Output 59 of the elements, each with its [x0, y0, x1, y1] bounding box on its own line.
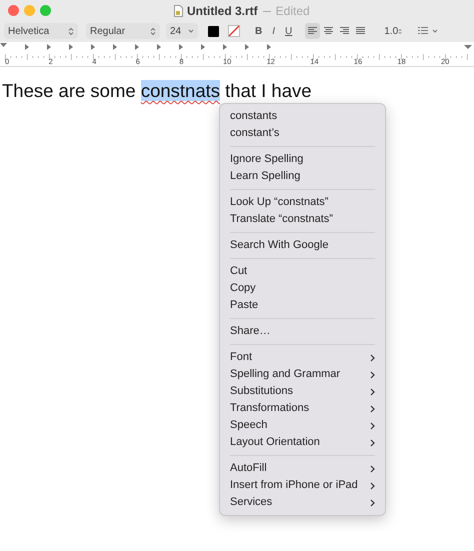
- dash-icon: [262, 8, 272, 14]
- tab-stop-icon[interactable]: [25, 44, 29, 50]
- menu-item[interactable]: Spelling and Grammar: [220, 366, 385, 383]
- menu-item[interactable]: Ignore Spelling: [220, 151, 385, 168]
- menu-item[interactable]: Cut: [220, 263, 385, 280]
- menu-item[interactable]: Font: [220, 349, 385, 366]
- close-button[interactable]: [8, 4, 19, 16]
- tab-stop-icon[interactable]: [223, 44, 227, 50]
- chevron-down-icon: [188, 29, 194, 33]
- menu-item[interactable]: Look Up “constnats”: [220, 194, 385, 211]
- italic-button[interactable]: I: [269, 23, 278, 39]
- menu-item[interactable]: Substitutions: [220, 383, 385, 400]
- align-left-button[interactable]: [305, 23, 320, 39]
- updown-icon: [150, 26, 156, 36]
- align-justify-icon: [356, 27, 366, 35]
- updown-icon: [398, 26, 402, 36]
- tab-stop-icon[interactable]: [267, 44, 271, 50]
- menu-item[interactable]: Search With Google: [220, 237, 385, 254]
- tab-stop-icon[interactable]: [157, 44, 161, 50]
- align-center-icon: [324, 27, 334, 35]
- menu-item[interactable]: AutoFill: [220, 460, 385, 477]
- menu-item[interactable]: Transformations: [220, 400, 385, 417]
- font-style-popup[interactable]: Regular: [86, 23, 160, 39]
- underline-button[interactable]: U: [282, 23, 296, 39]
- line-spacing-popup[interactable]: 1.0: [380, 23, 406, 39]
- menu-item[interactable]: constants: [220, 108, 385, 125]
- menu-item[interactable]: Share…: [220, 323, 385, 340]
- menu-item[interactable]: Learn Spelling: [220, 168, 385, 185]
- list-style-icon[interactable]: [418, 27, 440, 35]
- right-margin-icon[interactable]: [464, 45, 472, 49]
- menu-item[interactable]: Paste: [220, 297, 385, 314]
- tab-stop-icon[interactable]: [179, 44, 183, 50]
- menu-item[interactable]: Translate “constnats”: [220, 211, 385, 228]
- document-text: These are some constnats that I have: [2, 79, 313, 103]
- align-left-icon: [308, 27, 318, 35]
- tab-stop-icon[interactable]: [135, 44, 139, 50]
- tab-stop-icon[interactable]: [113, 44, 117, 50]
- tab-stop-icon[interactable]: [47, 44, 51, 50]
- text-color-well[interactable]: [208, 26, 219, 36]
- document-icon: [174, 5, 183, 17]
- font-size-field[interactable]: 24: [166, 23, 198, 39]
- tab-stop-icon[interactable]: [69, 44, 73, 50]
- align-right-icon: [340, 27, 350, 35]
- tab-stop-icon[interactable]: [245, 44, 249, 50]
- window-title: Untitled 3.rtf: [187, 3, 258, 20]
- menu-item[interactable]: Layout Orientation: [220, 434, 385, 451]
- no-background-color-icon[interactable]: [228, 25, 240, 37]
- font-family-popup[interactable]: Helvetica: [4, 23, 78, 39]
- tab-stop-icon[interactable]: [201, 44, 205, 50]
- menu-item[interactable]: Copy: [220, 280, 385, 297]
- updown-icon: [68, 26, 74, 36]
- menu-item[interactable]: Services: [220, 494, 385, 511]
- menu-item[interactable]: Insert from iPhone or iPad: [220, 477, 385, 494]
- edited-status: Edited: [276, 3, 310, 20]
- menu-item[interactable]: Speech: [220, 417, 385, 434]
- indent-marker-icon[interactable]: [0, 43, 7, 47]
- bold-button[interactable]: B: [252, 23, 266, 39]
- menu-item[interactable]: constant’s: [220, 125, 385, 142]
- tab-stop-icon[interactable]: [91, 44, 95, 50]
